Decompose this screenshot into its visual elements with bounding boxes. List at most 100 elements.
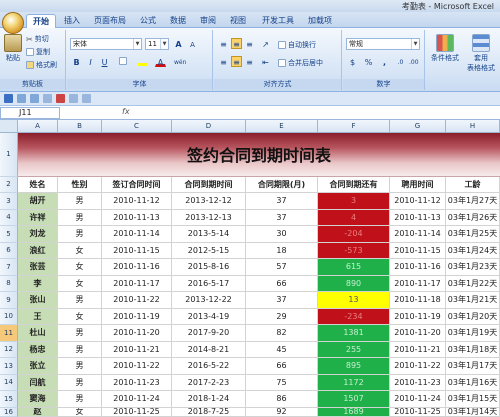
tab-add-ins[interactable]: 加载项 (302, 14, 338, 28)
tab-view[interactable]: 视图 (224, 14, 252, 28)
table-cell[interactable]: 03年1月14天 (446, 408, 500, 417)
column-title-cell[interactable]: 姓名 (18, 177, 58, 193)
cut-button[interactable]: ✂ 剪切 (26, 34, 49, 44)
tab-review[interactable]: 审阅 (194, 14, 222, 28)
table-cell[interactable]: 2010-11-20 (102, 325, 172, 342)
fx-icon[interactable]: fx (122, 107, 130, 116)
table-cell[interactable]: 03年1月21天 (446, 292, 500, 309)
table-cell[interactable]: 03年1月24天 (446, 243, 500, 259)
table-cell[interactable]: 2010-11-15 (390, 243, 446, 259)
table-cell[interactable]: 2010-11-13 (390, 210, 446, 226)
column-header[interactable]: C (102, 120, 172, 133)
column-title-cell[interactable]: 合同到期还有 (318, 177, 390, 193)
table-cell[interactable]: 37 (246, 210, 318, 226)
table-cell[interactable]: 2010-11-21 (102, 342, 172, 358)
remaining-days-cell[interactable]: 1507 (318, 391, 390, 408)
table-cell[interactable]: 18 (246, 243, 318, 259)
tab-developer[interactable]: 开发工具 (256, 14, 300, 28)
table-cell[interactable]: 92 (246, 408, 318, 417)
table-cell[interactable]: 2013-12-12 (172, 193, 246, 210)
decrease-decimal-icon[interactable]: .00 (408, 56, 419, 67)
row-header[interactable]: 11 (0, 325, 18, 342)
table-cell[interactable]: 2014-8-21 (172, 342, 246, 358)
row-header[interactable]: 1 (0, 133, 18, 177)
row-header[interactable]: 6 (0, 243, 18, 259)
align-center-icon[interactable]: ≡ (231, 56, 242, 67)
table-cell[interactable]: 2016-5-22 (172, 358, 246, 375)
column-title-cell[interactable]: 签订合同时间 (102, 177, 172, 193)
column-header[interactable]: G (390, 120, 446, 133)
font-size-select[interactable]: 11 ▼ (145, 38, 169, 50)
indent-icon[interactable]: ⇤ (260, 56, 271, 67)
column-header[interactable]: A (18, 120, 58, 133)
table-cell[interactable]: 75 (246, 375, 318, 391)
table-cell[interactable]: 杨忠 (18, 342, 58, 358)
table-cell[interactable]: 女 (58, 259, 102, 276)
table-cell[interactable]: 37 (246, 292, 318, 309)
remaining-days-cell[interactable]: 4 (318, 210, 390, 226)
row-header[interactable]: 5 (0, 226, 18, 243)
table-cell[interactable]: 03年1月25天 (446, 226, 500, 243)
sheet-title[interactable]: 签约合同到期时间表 (18, 133, 500, 177)
table-cell[interactable]: 29 (246, 309, 318, 325)
remaining-days-cell[interactable]: 255 (318, 342, 390, 358)
table-cell[interactable]: 2017-2-23 (172, 375, 246, 391)
table-cell[interactable]: 张芸 (18, 259, 58, 276)
bold-button[interactable]: B (71, 56, 82, 67)
table-cell[interactable]: 男 (58, 391, 102, 408)
remaining-days-cell[interactable]: 13 (318, 292, 390, 309)
table-cell[interactable]: 2010-11-16 (390, 259, 446, 276)
table-cell[interactable]: 2010-11-13 (102, 210, 172, 226)
table-cell[interactable]: 03年1月19天 (446, 325, 500, 342)
table-cell[interactable]: 胡开 (18, 193, 58, 210)
remaining-days-cell[interactable]: 1689 (318, 408, 390, 417)
table-cell[interactable]: 66 (246, 276, 318, 292)
name-box[interactable]: J11 (0, 107, 60, 119)
redo-icon[interactable] (30, 94, 39, 103)
table-cell[interactable]: 2010-11-24 (102, 391, 172, 408)
remaining-days-cell[interactable]: 895 (318, 358, 390, 375)
table-cell[interactable]: 86 (246, 391, 318, 408)
italic-button[interactable]: I (85, 56, 96, 67)
table-cell[interactable]: 2010-11-25 (390, 408, 446, 417)
table-cell[interactable]: 2010-11-25 (102, 408, 172, 417)
table-cell[interactable]: 03年1月15天 (446, 391, 500, 408)
table-cell[interactable]: 2010-11-14 (102, 226, 172, 243)
row-header[interactable]: 7 (0, 259, 18, 276)
currency-button[interactable]: $ (347, 56, 358, 67)
font-name-select[interactable]: 宋体 ▼ (70, 38, 142, 50)
table-cell[interactable]: 2013-5-14 (172, 226, 246, 243)
table-cell[interactable]: 2010-11-23 (390, 375, 446, 391)
tab-insert[interactable]: 插入 (58, 14, 86, 28)
row-header[interactable]: 3 (0, 193, 18, 210)
table-cell[interactable]: 03年1月23天 (446, 259, 500, 276)
table-cell[interactable]: 03年1月18天 (446, 342, 500, 358)
table-cell[interactable]: 37 (246, 193, 318, 210)
table-cell[interactable]: 女 (58, 243, 102, 259)
align-top-icon[interactable]: ≡ (218, 38, 229, 49)
align-bottom-icon[interactable]: ≡ (244, 38, 255, 49)
table-cell[interactable]: 82 (246, 325, 318, 342)
save-icon[interactable] (4, 94, 13, 103)
border-button[interactable] (117, 56, 128, 67)
row-header[interactable]: 14 (0, 375, 18, 391)
table-cell[interactable]: 女 (58, 309, 102, 325)
table-cell[interactable]: 闫航 (18, 375, 58, 391)
table-cell[interactable]: 王 (18, 309, 58, 325)
table-cell[interactable]: 2016-5-17 (172, 276, 246, 292)
table-cell[interactable]: 刘龙 (18, 226, 58, 243)
font-color-button[interactable]: A (155, 56, 166, 67)
table-cell[interactable]: 03年1月16天 (446, 375, 500, 391)
copy-button[interactable]: 复制 (26, 47, 50, 57)
table-cell[interactable]: 2010-11-19 (102, 309, 172, 325)
table-cell[interactable]: 2010-11-22 (102, 358, 172, 375)
table-cell[interactable]: 男 (58, 292, 102, 309)
print-icon[interactable] (43, 94, 52, 103)
preview-icon[interactable] (69, 94, 78, 103)
table-cell[interactable]: 2018-1-24 (172, 391, 246, 408)
table-cell[interactable]: 女 (58, 408, 102, 417)
row-header[interactable]: 4 (0, 210, 18, 226)
table-cell[interactable]: 45 (246, 342, 318, 358)
remaining-days-cell[interactable]: 3 (318, 193, 390, 210)
table-format-button[interactable]: 套用 表格格式 (464, 34, 498, 73)
